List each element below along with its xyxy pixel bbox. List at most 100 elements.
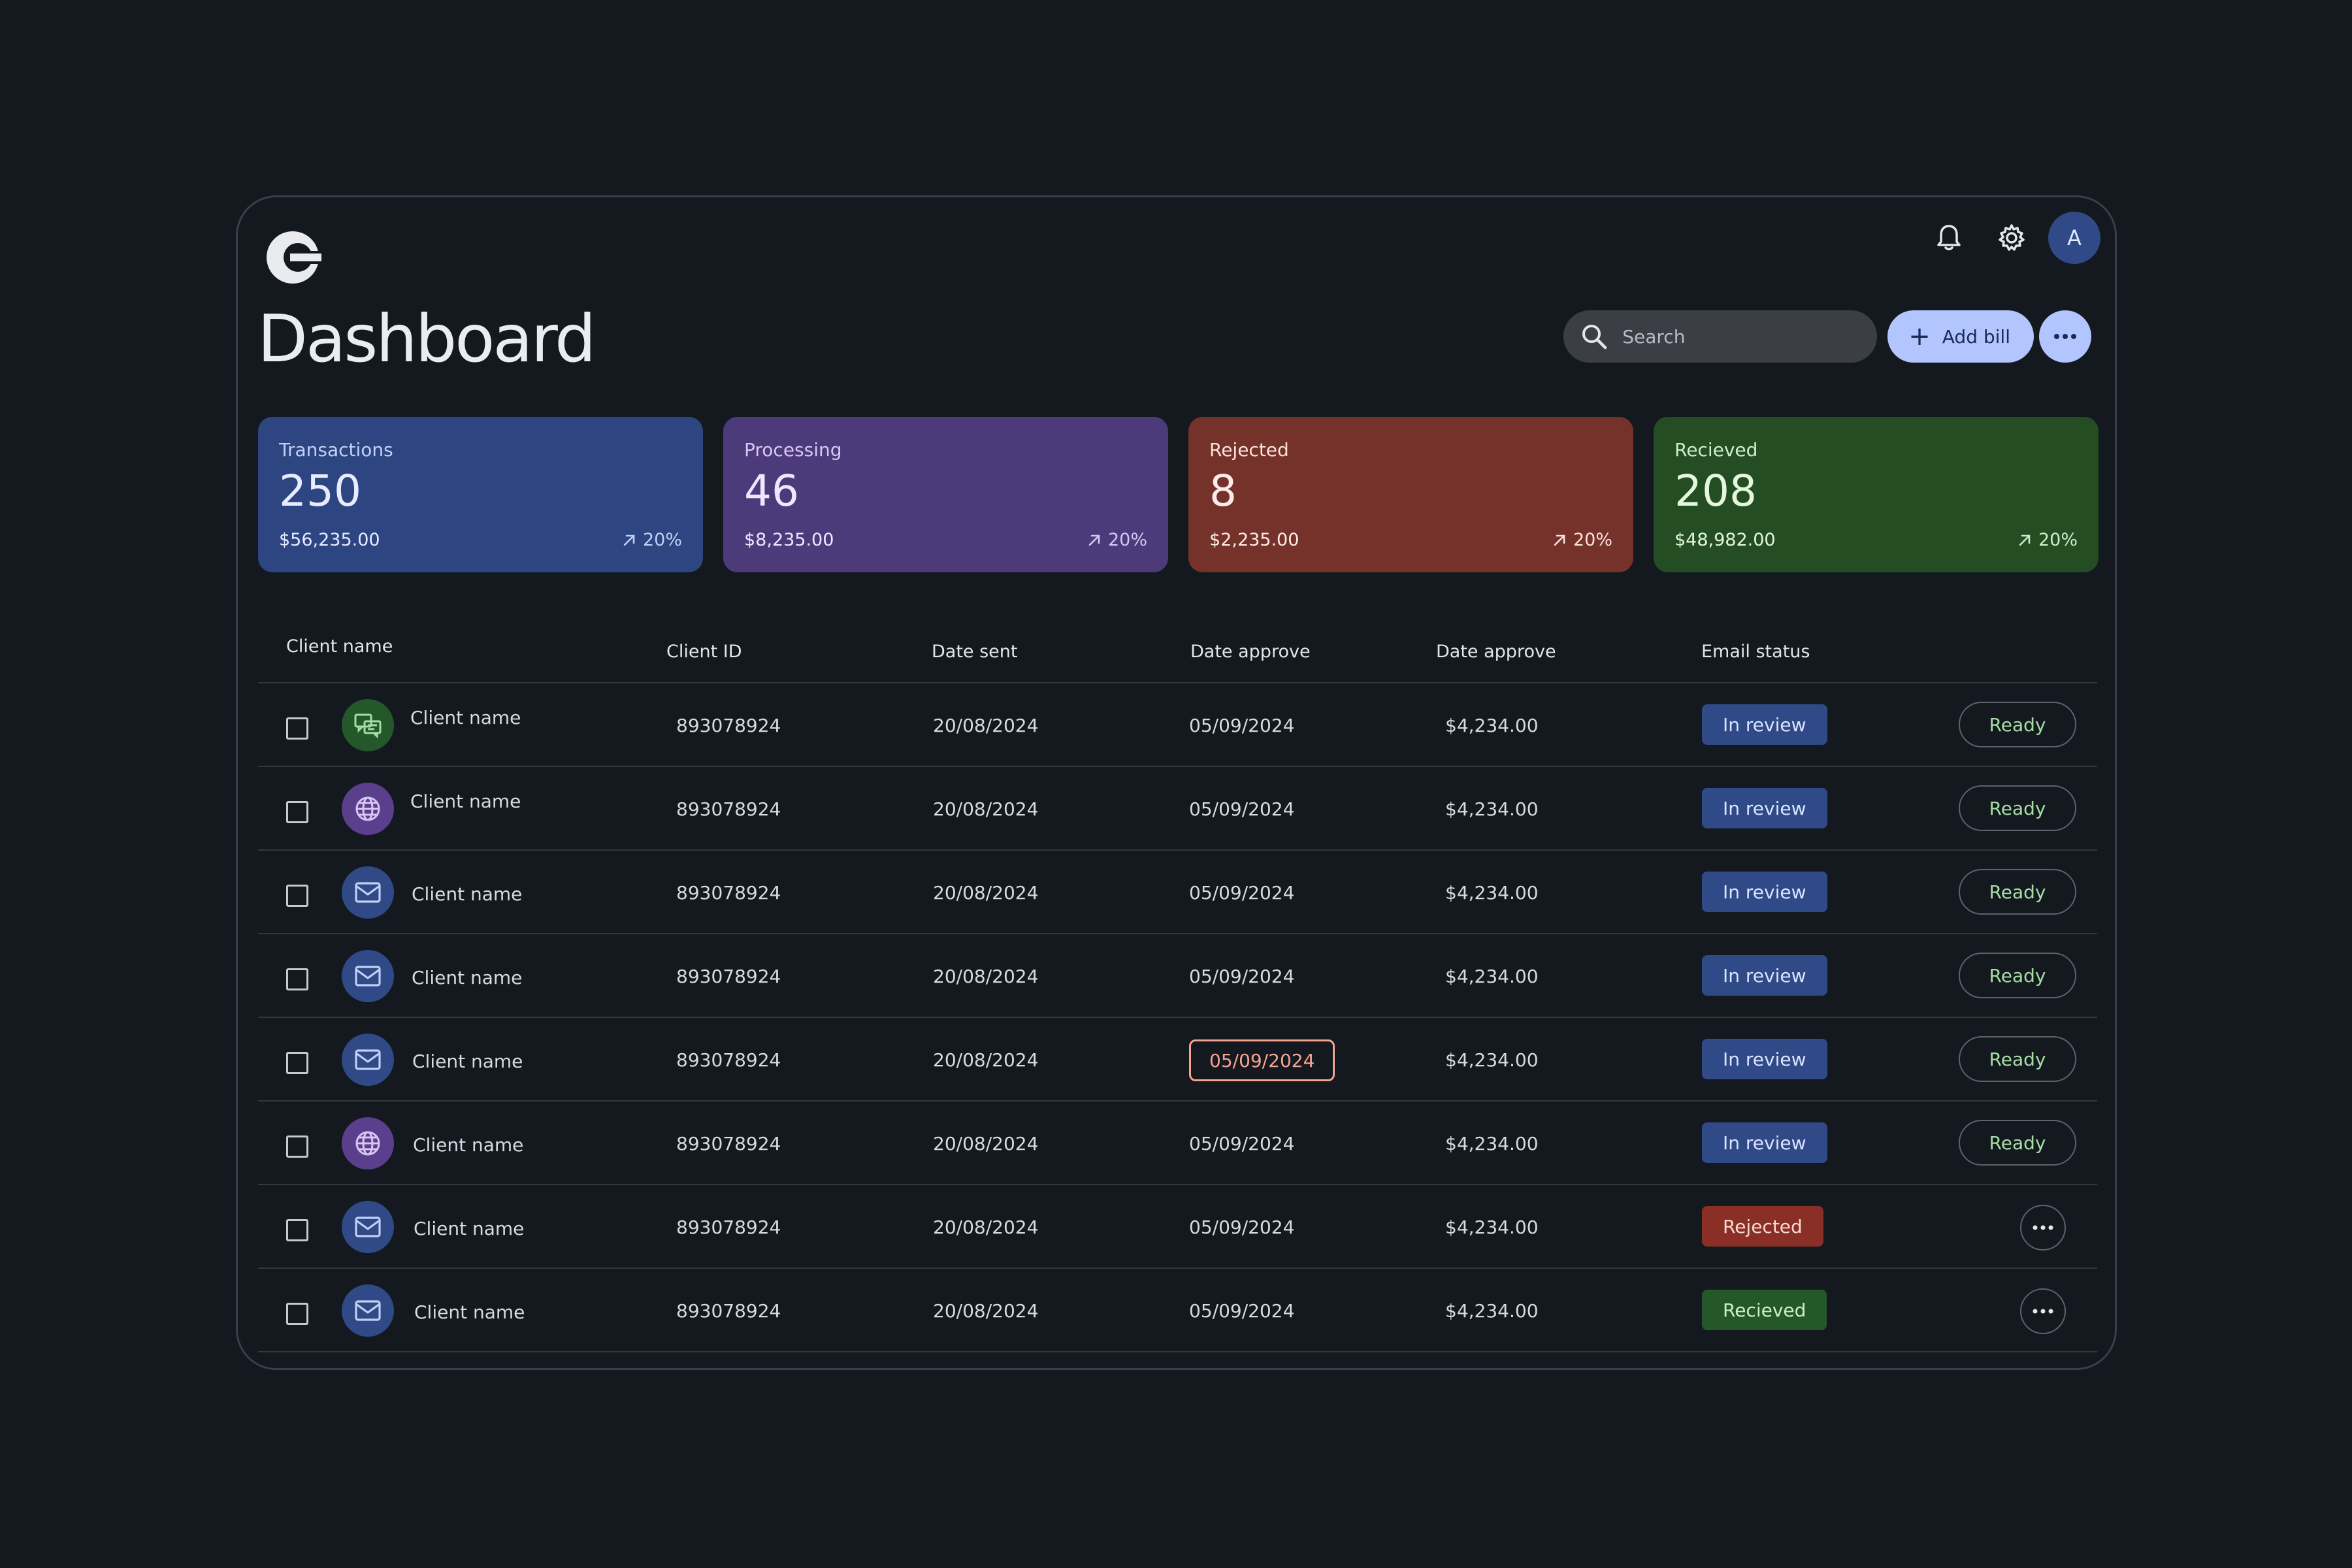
ready-button[interactable]: Ready <box>1959 785 2076 831</box>
arrow-up-right-icon <box>1088 534 1100 546</box>
ready-button[interactable]: Ready <box>1959 953 2076 998</box>
client-name-cell: Client name <box>414 1218 525 1239</box>
row-checkbox[interactable] <box>286 1219 308 1241</box>
client-name-cell: Client name <box>414 1301 525 1323</box>
email-status-badge: In review <box>1702 872 1827 912</box>
row-checkbox[interactable] <box>286 968 308 990</box>
card-label: Rejected <box>1209 439 1289 461</box>
client-avatar <box>342 866 394 919</box>
row-more-button[interactable] <box>2020 1288 2066 1334</box>
client-avatar <box>342 950 394 1002</box>
search-icon <box>1582 325 1607 350</box>
table-row[interactable]: Client name 893078924 20/08/2024 05/09/2024… <box>258 934 2097 1018</box>
email-status-badge: In review <box>1702 788 1827 828</box>
date-sent-cell: 20/08/2024 <box>933 1217 1039 1238</box>
card-amount: $8,235.00 <box>744 530 834 550</box>
client-id-cell: 893078924 <box>676 798 781 820</box>
card-amount: $56,235.00 <box>279 530 380 550</box>
client-name-cell: Client name <box>413 1134 524 1156</box>
client-id-cell: 893078924 <box>676 966 781 987</box>
amount-cell: $4,234.00 <box>1445 966 1539 987</box>
column-header-date-approve-2[interactable]: Date approve <box>1436 642 1556 662</box>
summary-card-received[interactable]: Recieved 208 $48,982.00 20% <box>1654 417 2099 572</box>
date-approve-cell: 05/09/2024 <box>1189 1133 1295 1154</box>
row-checkbox[interactable] <box>286 885 308 907</box>
table-header: Client name Client ID Date sent Date app… <box>258 613 2097 683</box>
summary-card-rejected[interactable]: Rejected 8 $2,235.00 20% <box>1188 417 1633 572</box>
card-amount: $48,982.00 <box>1674 530 1776 550</box>
row-checkbox[interactable] <box>286 1052 308 1074</box>
card-count: 208 <box>1674 466 1757 516</box>
client-name-cell: Client name <box>412 967 523 988</box>
client-name-cell: Client name <box>412 1051 523 1072</box>
amount-cell: $4,234.00 <box>1445 1049 1539 1071</box>
column-header-client-name[interactable]: Client name <box>286 636 393 657</box>
settings-button[interactable] <box>1985 212 2038 264</box>
search-input[interactable] <box>1622 325 1858 348</box>
ready-button[interactable]: Ready <box>1959 1120 2076 1166</box>
client-id-cell: 893078924 <box>676 882 781 904</box>
ready-button[interactable]: Ready <box>1959 702 2076 747</box>
page-title: Dashboard <box>257 301 596 377</box>
summary-card-processing[interactable]: Processing 46 $8,235.00 20% <box>723 417 1168 572</box>
bills-table: Client name Client ID Date sent Date app… <box>258 613 2097 1352</box>
user-avatar[interactable]: A <box>2048 212 2100 264</box>
bell-icon <box>1937 225 1961 251</box>
table-row[interactable]: Client name 893078924 20/08/2024 05/09/2024… <box>258 767 2097 851</box>
date-sent-cell: 20/08/2024 <box>933 715 1039 736</box>
card-label: Processing <box>744 439 842 461</box>
date-approve-cell: 05/09/2024 <box>1189 1300 1295 1322</box>
table-row[interactable]: Client name 893078924 20/08/2024 05/09/2024… <box>258 1269 2097 1352</box>
ready-button[interactable]: Ready <box>1959 1036 2076 1082</box>
summary-cards: Transactions 250 $56,235.00 20% Processing 46… <box>258 417 2099 572</box>
add-bill-button[interactable]: + Add bill <box>1887 310 2034 363</box>
date-approve-cell: 05/09/2024 <box>1189 966 1295 987</box>
table-row[interactable]: Client name 893078924 20/08/2024 05/09/2024… <box>258 851 2097 934</box>
client-avatar <box>342 699 394 751</box>
date-sent-cell: 20/08/2024 <box>933 882 1039 904</box>
row-more-button[interactable] <box>2020 1205 2066 1250</box>
card-change-value: 20% <box>1107 530 1147 550</box>
date-sent-cell: 20/08/2024 <box>933 798 1039 820</box>
card-change: 20% <box>1552 530 1612 550</box>
date-approve-cell: 05/09/2024 <box>1189 715 1295 736</box>
card-count: 250 <box>279 466 361 516</box>
summary-card-transactions[interactable]: Transactions 250 $56,235.00 20% <box>258 417 703 572</box>
plus-icon: + <box>1908 321 1931 351</box>
column-header-date-approve[interactable]: Date approve <box>1190 642 1311 662</box>
client-id-cell: 893078924 <box>676 715 781 736</box>
client-avatar <box>342 1034 394 1086</box>
table-row[interactable]: Client name 893078924 20/08/2024 05/09/2024… <box>258 1102 2097 1185</box>
table-row[interactable]: Client name 893078924 20/08/2024 05/09/2024… <box>258 1185 2097 1269</box>
column-header-date-sent[interactable]: Date sent <box>932 642 1018 662</box>
row-checkbox[interactable] <box>286 1135 308 1158</box>
row-checkbox[interactable] <box>286 1303 308 1325</box>
chat-icon <box>353 712 382 738</box>
row-checkbox[interactable] <box>286 801 308 823</box>
card-change-value: 20% <box>2038 530 2078 550</box>
more-options-button[interactable] <box>2039 310 2091 363</box>
date-approve-cell: 05/09/2024 <box>1189 798 1295 820</box>
arrow-up-right-icon <box>623 534 635 546</box>
amount-cell: $4,234.00 <box>1445 1133 1539 1154</box>
client-avatar <box>342 1117 394 1169</box>
client-name-cell: Client name <box>412 883 523 905</box>
date-sent-cell: 20/08/2024 <box>933 966 1039 987</box>
row-checkbox[interactable] <box>286 717 308 740</box>
notifications-button[interactable] <box>1923 212 1975 264</box>
table-row[interactable]: Client name 893078924 20/08/2024 05/09/2024… <box>258 1018 2097 1102</box>
search-box[interactable] <box>1563 310 1878 363</box>
ready-button[interactable]: Ready <box>1959 869 2076 915</box>
date-approve-highlighted[interactable]: 05/09/2024 <box>1189 1039 1335 1081</box>
dashboard-window: A Dashboard + Add bill Transactions 250 $5… <box>236 195 2117 1370</box>
amount-cell: $4,234.00 <box>1445 882 1539 904</box>
mail-icon <box>353 1215 382 1239</box>
column-header-client-id[interactable]: Client ID <box>666 642 742 662</box>
column-header-email-status[interactable]: Email status <box>1701 642 1810 662</box>
email-status-badge: In review <box>1702 1039 1827 1079</box>
date-approve-cell: 05/09/2024 <box>1189 882 1295 904</box>
email-status-badge: In review <box>1702 1122 1827 1163</box>
card-label: Transactions <box>279 439 393 461</box>
date-sent-cell: 20/08/2024 <box>933 1133 1039 1154</box>
table-row[interactable]: Client name 893078924 20/08/2024 05/09/2024… <box>258 683 2097 767</box>
